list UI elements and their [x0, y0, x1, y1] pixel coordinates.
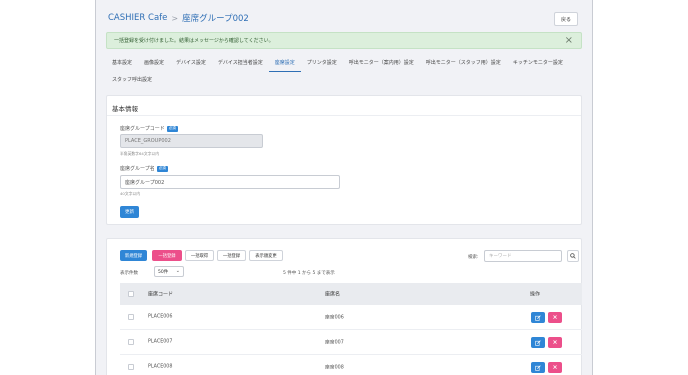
delete-icon: × [552, 339, 558, 346]
tab-image[interactable]: 画像設定 [138, 55, 170, 72]
required-badge: 必須 [166, 125, 178, 132]
bulk-register-button[interactable]: 一括登録 [152, 250, 182, 261]
delete-button[interactable]: × [548, 312, 562, 323]
divider [107, 115, 581, 116]
tab-call-monitor-staff[interactable]: 呼出モニター（スタッフ用）設定 [420, 55, 507, 72]
group-name-hint: 40文字以内 [120, 191, 141, 196]
edit-icon [535, 314, 541, 321]
paging-info: 5 件中 1 から 5 まで表示 [283, 271, 335, 276]
breadcrumb: CASHIER Cafe > 座席グループ002 [108, 12, 249, 24]
table-header: 座席コード 座席名 操作 [120, 283, 582, 305]
edit-icon [535, 364, 541, 371]
search-input[interactable]: キーワード [484, 250, 562, 262]
table-row: PLACE006 座席006 × [120, 305, 582, 330]
page-size-select[interactable]: 50件 ⌄ [154, 266, 184, 277]
select-all-checkbox[interactable] [128, 291, 134, 297]
bulk-update-button[interactable]: 一括登録 [217, 250, 246, 261]
page-title: 座席グループ002 [182, 14, 249, 24]
group-name-label: 座席グループ名 必須 [120, 165, 168, 172]
display-order-button[interactable]: 表示順変更 [249, 250, 283, 261]
edit-button[interactable] [531, 337, 545, 348]
seat-list-card: 新規登録 一括登録 一括取得 一括登録 表示順変更 検索: キーワード 表示件数… [106, 238, 582, 375]
edit-icon [535, 339, 541, 346]
column-header-code: 座席コード [148, 291, 174, 298]
delete-icon: × [552, 364, 558, 371]
breadcrumb-separator-icon: > [171, 13, 179, 23]
tab-staff-call[interactable]: スタッフ呼出設定 [106, 72, 158, 88]
chevron-down-icon: ⌄ [175, 268, 180, 274]
success-alert: 一括登録を受け付けました。結果はメッセージから確認してください。 × [106, 32, 582, 49]
required-badge: 必須 [156, 165, 168, 172]
seat-name: 座席006 [325, 315, 344, 321]
delete-icon: × [552, 314, 558, 321]
table-row: PLACE007 座席007 × [120, 330, 582, 355]
tab-device[interactable]: デバイス設定 [170, 55, 212, 72]
edit-button[interactable] [531, 362, 545, 373]
app-frame: CASHIER Cafe > 座席グループ002 戻る 一括登録を受け付けました… [95, 0, 593, 375]
close-icon[interactable]: × [565, 35, 573, 46]
group-code-label-text: 座席グループコード [120, 126, 165, 132]
group-code-label: 座席グループコード 必須 [120, 125, 178, 132]
group-code-field[interactable]: PLACE_GROUP002 [120, 134, 263, 148]
page-size-value: 50件 [158, 269, 169, 275]
group-name-field[interactable]: 座席グループ002 [120, 175, 340, 189]
tab-kitchen-monitor[interactable]: キッチンモニター設定 [507, 55, 569, 72]
tab-device-staff[interactable]: デバイス担当者設定 [212, 55, 269, 72]
seat-name: 座席007 [325, 340, 344, 346]
delete-button[interactable]: × [548, 362, 562, 373]
tab-call-monitor-guide[interactable]: 呼出モニター（案内用）設定 [343, 55, 420, 72]
basic-info-card: 基本情報 座席グループコード 必須 PLACE_GROUP002 半角英数字64… [106, 95, 582, 225]
row-checkbox[interactable] [128, 364, 134, 370]
tab-seat[interactable]: 座席設定 [268, 55, 301, 72]
delete-button[interactable]: × [548, 337, 562, 348]
column-header-name: 座席名 [325, 291, 341, 298]
seat-name: 座席008 [325, 365, 344, 371]
seat-code: PLACE007 [148, 339, 173, 345]
alert-message: 一括登録を受け付けました。結果はメッセージから確認してください。 [114, 38, 274, 44]
search-button[interactable] [567, 250, 579, 262]
table-row: PLACE008 座席008 × [120, 355, 582, 375]
seat-table: 座席コード 座席名 操作 PLACE006 座席006 × PLACE007 座… [120, 283, 582, 375]
search-icon [570, 253, 576, 259]
breadcrumb-app-link[interactable]: CASHIER Cafe [108, 13, 167, 23]
row-checkbox[interactable] [128, 314, 134, 320]
settings-tabs: 基本設定 画像設定 デバイス設定 デバイス担当者設定 座席設定 プリンタ設定 呼… [106, 55, 582, 88]
seat-code: PLACE008 [148, 364, 173, 370]
tab-basic[interactable]: 基本設定 [106, 55, 138, 72]
tab-printer[interactable]: プリンタ設定 [301, 55, 343, 72]
column-header-actions: 操作 [530, 291, 541, 298]
seat-code: PLACE006 [148, 314, 173, 320]
back-button[interactable]: 戻る [554, 12, 578, 26]
page-size-label: 表示件数 [120, 271, 138, 276]
new-register-button[interactable]: 新規登録 [120, 250, 147, 261]
group-code-hint: 半角英数字64文字以内 [120, 151, 160, 156]
group-name-label-text: 座席グループ名 [120, 166, 155, 172]
edit-button[interactable] [531, 312, 545, 323]
search-label: 検索: [468, 255, 479, 260]
card-title: 基本情報 [112, 105, 138, 113]
row-checkbox[interactable] [128, 339, 134, 345]
bulk-get-button[interactable]: 一括取得 [185, 250, 214, 261]
update-button[interactable]: 更新 [120, 206, 139, 218]
